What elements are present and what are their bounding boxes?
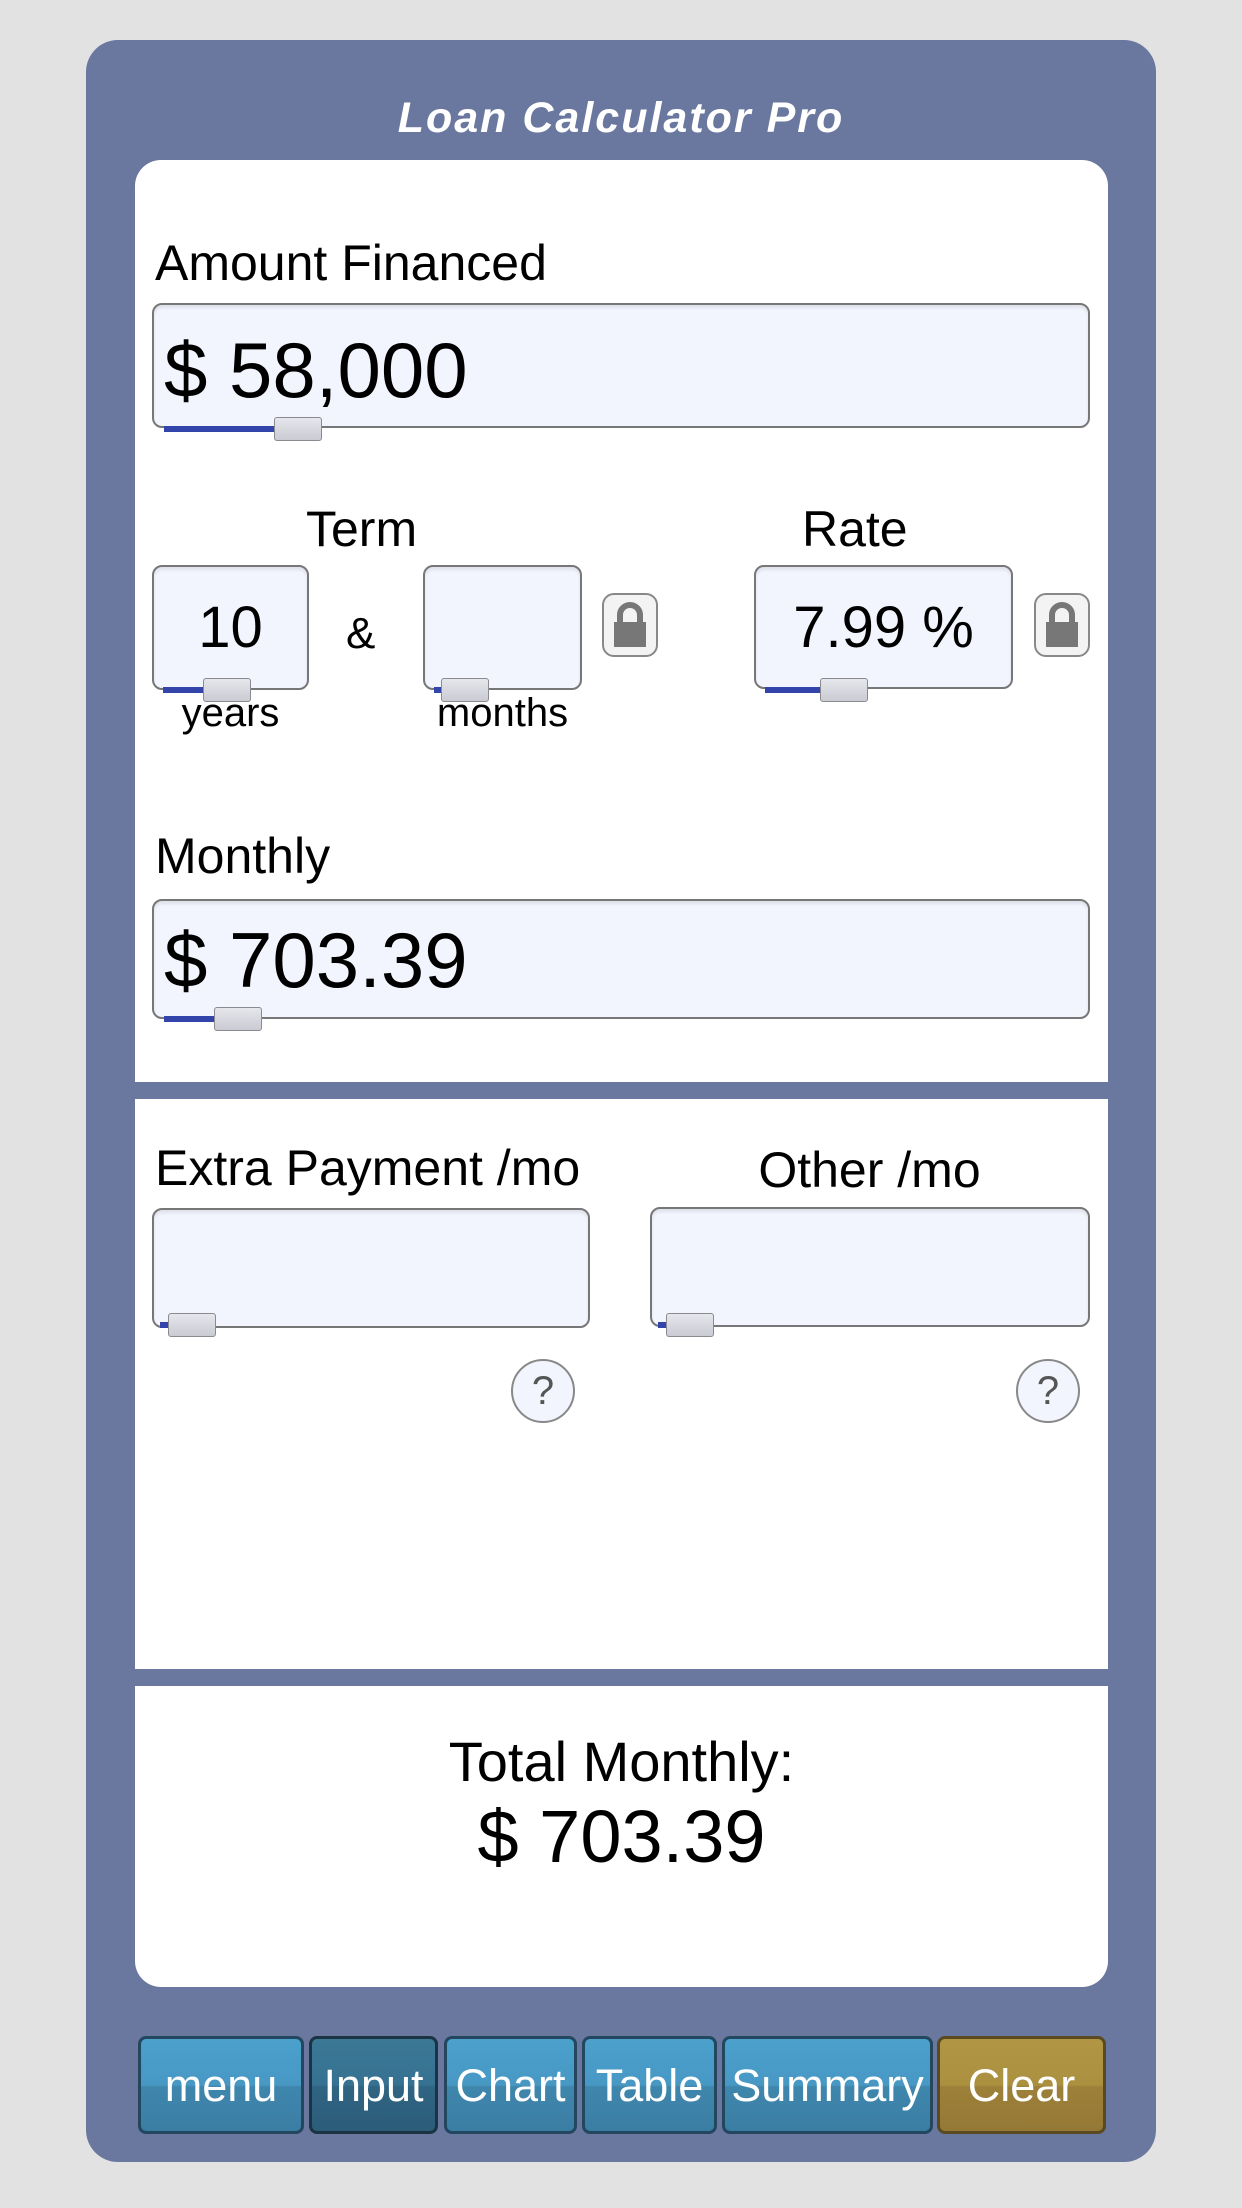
- other-slider[interactable]: [658, 1313, 1078, 1337]
- monthly-value: $ 703.39: [164, 916, 468, 1004]
- rate-slider[interactable]: [765, 678, 995, 702]
- other-field[interactable]: [650, 1207, 1090, 1327]
- summary-tab-button[interactable]: Summary: [722, 2036, 933, 2134]
- extra-payment-slider-thumb[interactable]: [168, 1313, 216, 1337]
- chart-tab-button[interactable]: Chart: [444, 2036, 577, 2134]
- app-title: Loan Calculator Pro: [397, 94, 845, 142]
- extra-payment-help-button[interactable]: ?: [511, 1359, 575, 1423]
- term-label: Term: [306, 501, 418, 557]
- extra-payment-slider-fill: [160, 1322, 168, 1328]
- term-lock-button[interactable]: [602, 593, 658, 657]
- amount-field[interactable]: $ 58,000: [152, 303, 1090, 428]
- monthly-slider[interactable]: [164, 1007, 1064, 1031]
- input-tab-button[interactable]: Input: [309, 2036, 438, 2134]
- total-monthly-value: $ 703.39: [477, 1795, 766, 1878]
- term-years-unit: years: [181, 691, 280, 735]
- rate-field[interactable]: 7.99 %: [754, 565, 1013, 689]
- monthly-label: Monthly: [155, 828, 331, 884]
- other-slider-fill: [658, 1322, 666, 1328]
- monthly-slider-fill: [164, 1016, 216, 1022]
- term-years-field[interactable]: 10: [152, 565, 309, 690]
- lock-icon: [1046, 602, 1078, 647]
- extra-payment-label: Extra Payment /mo: [155, 1140, 581, 1196]
- amount-slider-fill: [164, 426, 276, 432]
- other-help-button[interactable]: ?: [1016, 1359, 1080, 1423]
- lock-icon: [614, 602, 646, 647]
- total-monthly-label: Total Monthly:: [448, 1730, 795, 1793]
- amount-slider-thumb[interactable]: [274, 417, 322, 441]
- extra-payment-slider[interactable]: [160, 1313, 580, 1337]
- other-label: Other /mo: [758, 1142, 981, 1198]
- rate-slider-thumb[interactable]: [820, 678, 868, 702]
- monthly-field[interactable]: $ 703.39: [152, 899, 1090, 1019]
- rate-slider-fill: [765, 687, 822, 693]
- amount-label: Amount Financed: [155, 235, 547, 291]
- other-slider-thumb[interactable]: [666, 1313, 714, 1337]
- menu-button[interactable]: menu: [138, 2036, 304, 2134]
- monthly-slider-thumb[interactable]: [214, 1007, 262, 1031]
- rate-label: Rate: [802, 501, 908, 557]
- amount-value: $ 58,000: [164, 326, 468, 414]
- rate-lock-button[interactable]: [1034, 593, 1090, 657]
- amount-slider[interactable]: [164, 417, 1064, 441]
- term-years-value: 10: [198, 595, 263, 660]
- extra-payment-field[interactable]: [152, 1208, 590, 1328]
- rate-value: 7.99 %: [793, 595, 974, 660]
- term-months-unit: months: [436, 691, 569, 735]
- term-months-field[interactable]: [423, 565, 582, 690]
- table-tab-button[interactable]: Table: [582, 2036, 717, 2134]
- term-separator: &: [346, 609, 376, 658]
- clear-button[interactable]: Clear: [937, 2036, 1106, 2134]
